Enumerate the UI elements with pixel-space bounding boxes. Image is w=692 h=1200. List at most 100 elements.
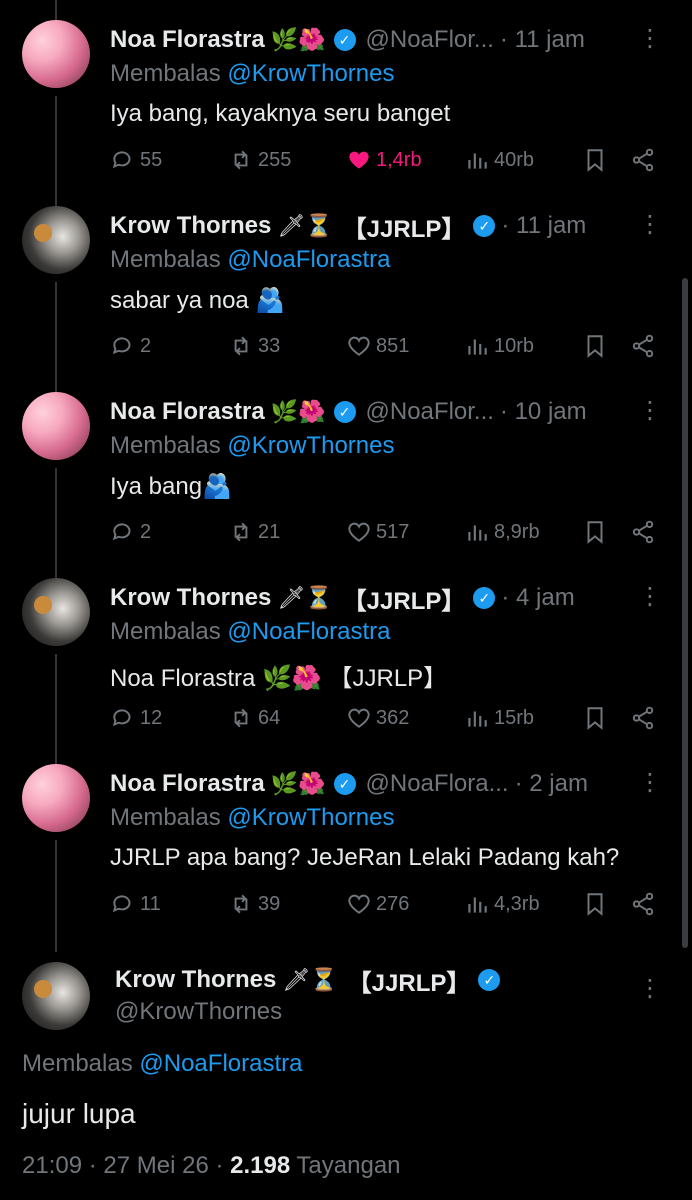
- like-button[interactable]: 1,4rb: [346, 142, 422, 178]
- action-bar: 2 33 851 10rb: [110, 328, 660, 364]
- repost-button[interactable]: 33: [228, 328, 280, 364]
- more-options-icon[interactable]: ⋮: [638, 582, 662, 612]
- reply-button[interactable]: 2: [110, 514, 151, 550]
- heart-icon: [348, 894, 370, 914]
- share-button[interactable]: [630, 886, 660, 922]
- tweet-text: Iya bang🫂: [110, 473, 232, 500]
- handle[interactable]: @NoaFlor...: [366, 26, 494, 54]
- like-button[interactable]: 276: [346, 886, 409, 922]
- reply-to-link[interactable]: @KrowThornes: [227, 432, 394, 459]
- handle[interactable]: @KrowThornes: [115, 998, 282, 1026]
- views-button[interactable]: 15rb: [464, 700, 534, 736]
- tweet[interactable]: Noa Florastra 🌿🌺 ✓ @NoaFlor... · 11 jam …: [0, 0, 692, 186]
- share-button[interactable]: [630, 514, 660, 550]
- display-name[interactable]: Noa Florastra: [110, 770, 265, 798]
- more-options-icon[interactable]: ⋮: [638, 768, 662, 798]
- avatar[interactable]: [22, 392, 90, 460]
- reply-to-link[interactable]: @KrowThornes: [227, 804, 394, 831]
- bookmark-icon: [587, 893, 603, 916]
- tweet-header: Noa Florastra 🌿🌺 ✓ @NoaFlor... · 11 jam: [110, 24, 662, 56]
- tweet[interactable]: Noa Florastra 🌿🌺 ✓ @NoaFlor... · 10 jam …: [0, 372, 692, 558]
- like-button[interactable]: 517: [346, 514, 409, 550]
- bookmark-button[interactable]: [582, 886, 612, 922]
- reply-prefix: Membalas: [110, 432, 221, 459]
- tweet[interactable]: Krow Thornes 🗡⏳ 【JJRLP】 ✓ · 4 jam ⋮ Memb…: [0, 558, 692, 744]
- bookmark-button[interactable]: [582, 514, 612, 550]
- display-name[interactable]: Noa Florastra: [110, 26, 265, 54]
- bookmark-button[interactable]: [582, 700, 612, 736]
- like-count: 1,4rb: [376, 148, 422, 171]
- name-emoji: 🌿🌺: [270, 399, 326, 425]
- timestamp[interactable]: · 11 jam: [500, 26, 585, 54]
- reply-to-link[interactable]: @NoaFlorastra: [227, 246, 390, 273]
- more-options-icon[interactable]: ⋮: [638, 974, 662, 1004]
- display-name[interactable]: Krow Thornes: [115, 966, 276, 994]
- repost-button[interactable]: 21: [228, 514, 280, 550]
- share-button[interactable]: [630, 142, 660, 178]
- reply-to-link[interactable]: @KrowThornes: [227, 60, 394, 87]
- reply-icon: [112, 895, 131, 913]
- display-name[interactable]: Noa Florastra: [110, 398, 265, 426]
- post-date[interactable]: 27 Mei 26: [103, 1152, 208, 1179]
- reply-prefix: Membalas: [110, 804, 221, 831]
- reply-count: 55: [140, 148, 163, 171]
- views-button[interactable]: 4,3rb: [464, 886, 540, 922]
- like-button[interactable]: 851: [346, 328, 409, 364]
- verified-badge-icon: ✓: [333, 29, 356, 51]
- handle[interactable]: @NoaFlor...: [366, 398, 494, 426]
- repost-count: 21: [258, 520, 281, 543]
- timestamp[interactable]: · 10 jam: [500, 398, 587, 426]
- repost-button[interactable]: 64: [228, 700, 280, 736]
- share-button[interactable]: [630, 700, 660, 736]
- reply-button[interactable]: 11: [110, 886, 161, 922]
- focused-tweet: Krow Thornes 🗡⏳ 【JJRLP】 ✓ @KrowThornes ⋮…: [0, 950, 692, 1200]
- more-options-icon[interactable]: ⋮: [638, 24, 662, 54]
- bookmark-button[interactable]: [582, 328, 612, 364]
- timestamp[interactable]: · 11 jam: [501, 212, 586, 240]
- reply-count: 11: [140, 892, 161, 915]
- avatar[interactable]: [22, 962, 90, 1030]
- tweet-header: Krow Thornes 🗡⏳ 【JJRLP】 ✓ · 4 jam: [110, 582, 662, 615]
- avatar[interactable]: [22, 764, 90, 832]
- handle[interactable]: @NoaFlora...: [366, 770, 509, 798]
- verified-badge-icon: ✓: [478, 969, 501, 991]
- reply-to-link[interactable]: @NoaFlorastra: [139, 1050, 302, 1077]
- reply-button[interactable]: 2: [110, 328, 151, 364]
- tweet[interactable]: Noa Florastra 🌿🌺 ✓ @NoaFlora... · 2 jam …: [0, 744, 692, 930]
- bookmark-button[interactable]: [582, 142, 612, 178]
- share-button[interactable]: [630, 328, 660, 364]
- reply-button[interactable]: 55: [110, 142, 162, 178]
- views-button[interactable]: 40rb: [464, 142, 534, 178]
- name-emoji: 🌿🌺: [270, 27, 326, 53]
- like-count: 362: [376, 706, 410, 729]
- tweet[interactable]: Krow Thornes 🗡⏳ 【JJRLP】 ✓ · 11 jam ⋮ Mem…: [0, 186, 692, 372]
- post-time[interactable]: 21:09: [22, 1152, 82, 1179]
- bookmark-icon: [587, 521, 603, 544]
- replying-to: Membalas @NoaFlorastra: [110, 618, 390, 646]
- reply-to-link[interactable]: @NoaFlorastra: [227, 618, 390, 645]
- repost-button[interactable]: 255: [228, 142, 291, 178]
- avatar[interactable]: [22, 206, 90, 274]
- verified-badge-icon: ✓: [333, 401, 356, 423]
- views-button[interactable]: 8,9rb: [464, 514, 540, 550]
- timestamp[interactable]: · 2 jam: [515, 770, 588, 798]
- views-chart-icon: [468, 525, 487, 541]
- timestamp[interactable]: · 4 jam: [501, 584, 574, 612]
- display-name[interactable]: Krow Thornes: [110, 584, 271, 612]
- repost-button[interactable]: 39: [228, 886, 280, 922]
- avatar[interactable]: [22, 578, 90, 646]
- name-emoji: 🗡⏳: [282, 967, 338, 993]
- reply-count: 2: [140, 520, 152, 543]
- replying-to: Membalas @NoaFlorastra: [110, 246, 390, 274]
- reply-button[interactable]: 12: [110, 700, 162, 736]
- more-options-icon[interactable]: ⋮: [638, 210, 662, 240]
- more-options-icon[interactable]: ⋮: [638, 396, 662, 426]
- views-button[interactable]: 10rb: [464, 328, 534, 364]
- avatar[interactable]: [22, 20, 90, 88]
- like-button[interactable]: 362: [346, 700, 409, 736]
- reply-prefix: Membalas: [110, 246, 221, 273]
- display-name[interactable]: Krow Thornes: [110, 212, 271, 240]
- name-emoji: 🌿🌺: [270, 771, 326, 797]
- verified-badge-icon: ✓: [473, 587, 496, 609]
- share-icon: [632, 334, 654, 358]
